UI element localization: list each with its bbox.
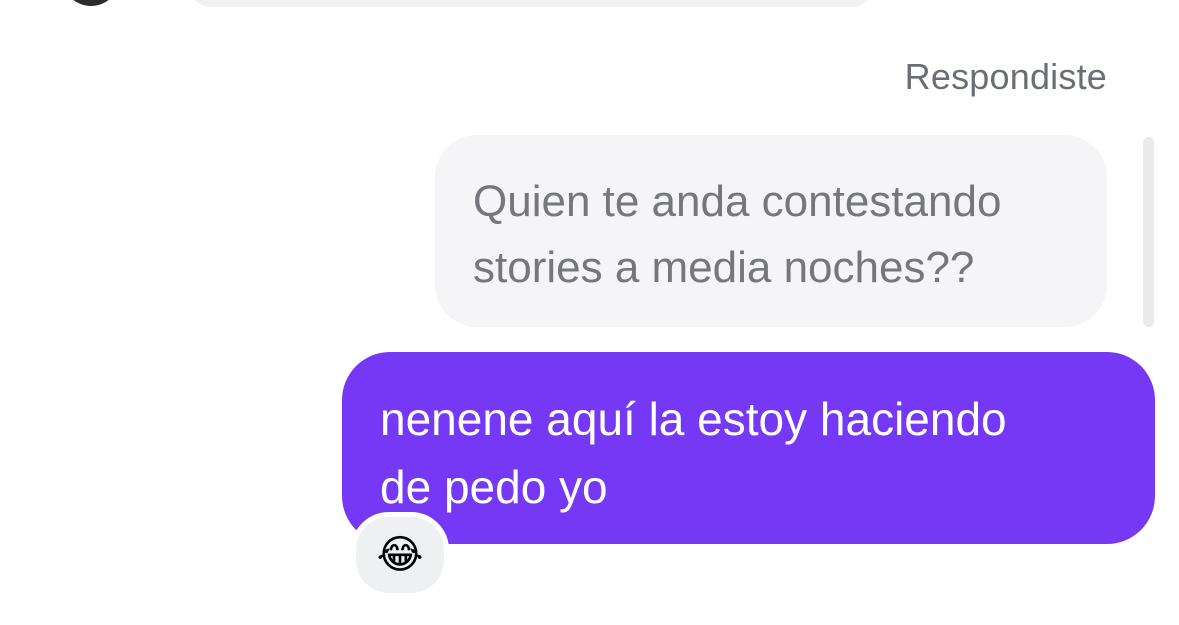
message-reaction[interactable]: 😂 [351, 512, 449, 598]
reply-context-label: Respondiste [904, 56, 1107, 97]
sent-message-bubble[interactable]: nenene aquí la estoy haciendo de pedo yo [342, 352, 1155, 544]
previous-message-bubble[interactable] [186, 0, 876, 7]
avatar[interactable] [62, 0, 120, 6]
reply-indicator-bar [1143, 137, 1154, 327]
chat-thread: Respondiste Quien te anda contestando st… [0, 0, 1179, 625]
face-with-tears-of-joy-icon: 😂 [376, 532, 424, 578]
quoted-message-bubble[interactable]: Quien te anda contestando stories a medi… [435, 135, 1107, 327]
